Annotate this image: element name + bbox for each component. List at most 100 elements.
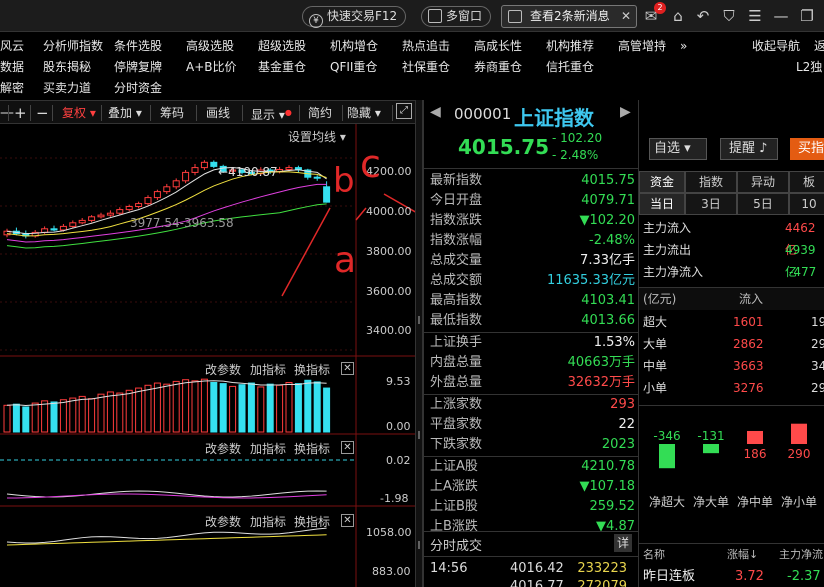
alert-label: 提醒	[729, 141, 756, 156]
quote-label: 最新指数	[430, 173, 483, 188]
tab-today[interactable]: 当日	[639, 193, 685, 215]
quote-label: 平盘家数	[430, 417, 483, 432]
col-name[interactable]: 名称	[643, 544, 665, 566]
close-icon[interactable]: ✕	[621, 6, 631, 27]
menu-item[interactable]: 高级选股	[186, 36, 234, 56]
buy-button[interactable]: 买指	[790, 138, 824, 160]
menu-item[interactable]: 高管增持	[618, 36, 666, 56]
add-indicator-button[interactable]: 加指标	[250, 440, 286, 457]
menu-item[interactable]: 数据	[0, 57, 24, 77]
quote-row: 上B涨跌 ▼4.87	[428, 517, 635, 537]
display-dropdown[interactable]: 显示 ▾●	[251, 104, 292, 122]
simple-button[interactable]: 简约	[308, 104, 332, 122]
tab-3day[interactable]: 3日	[685, 193, 737, 215]
add-indicator-button[interactable]: 加指标	[250, 361, 286, 378]
overlay-dropdown[interactable]: 叠加 ▾	[108, 104, 142, 122]
minus-icon[interactable]: —	[0, 104, 14, 122]
list-item-net: -2.37亿	[787, 569, 821, 584]
quote-row: 指数涨幅 -2.48%	[428, 231, 635, 251]
skin-icon[interactable]: ⛉	[719, 6, 739, 26]
add-indicator-button[interactable]: 加指标	[250, 513, 286, 530]
close-icon[interactable]: ✕	[341, 362, 354, 375]
quote-row: 总成交额 11635.33亿元	[428, 271, 635, 291]
quote-row: 内盘总量 40663万手	[428, 353, 635, 373]
home-icon[interactable]: ⌂	[668, 6, 688, 26]
tab-index[interactable]: 指数	[685, 171, 737, 193]
menu-item[interactable]: 基金重仓	[258, 57, 306, 77]
next-stock-icon[interactable]: ▶	[620, 104, 631, 120]
menu-item[interactable]: 分时资金	[114, 78, 162, 98]
volume-bar	[276, 384, 284, 433]
prev-stock-icon[interactable]: ◀	[430, 104, 441, 120]
list-item[interactable]: 昨日连板 3.72 -2.37亿	[639, 566, 824, 587]
menu-item[interactable]: A+B比价	[186, 57, 237, 77]
flow-row-in: 2862	[733, 337, 764, 351]
multi-window-button[interactable]: 多窗口	[421, 6, 492, 27]
candle	[59, 225, 67, 231]
fuquan-dropdown[interactable]: 复权 ▾	[62, 104, 96, 122]
alert-button[interactable]: 提醒 ♪	[720, 138, 778, 160]
fullscreen-icon[interactable]: ⤢	[396, 103, 412, 119]
tab-sector[interactable]: 板	[789, 171, 824, 193]
drawline-button[interactable]: 画线	[206, 104, 230, 122]
tab-10day[interactable]: 10	[789, 193, 824, 215]
menu-item[interactable]: 热点追击	[402, 36, 450, 56]
ma-setting-dropdown[interactable]: 设置均线 ▾	[288, 128, 346, 145]
menu-item[interactable]: QFII重仓	[330, 57, 377, 77]
close-icon[interactable]: ✕	[341, 514, 354, 527]
quick-trade-button[interactable]: ¥ 快速交易F12	[302, 6, 407, 28]
high-marker: ←4190.87	[218, 165, 278, 179]
flow-row-label: 中单	[643, 359, 668, 373]
minimize-icon[interactable]: —	[771, 6, 791, 26]
volume-bar	[200, 378, 208, 433]
tab-abnormal[interactable]: 异动	[737, 171, 789, 193]
flow-col-inflow: 流入	[739, 292, 764, 306]
menu-item[interactable]: 条件选股	[114, 36, 162, 56]
menu-item[interactable]: 买卖力道	[43, 78, 91, 98]
price-tick: 3800.00	[366, 245, 412, 258]
close-icon[interactable]: ✕	[341, 441, 354, 454]
menu-item[interactable]: 券商重仓	[474, 57, 522, 77]
volume-bar	[3, 404, 11, 433]
col-pct[interactable]: 涨幅↓	[727, 544, 758, 566]
news-button[interactable]: 查看2条新消息 ✕	[501, 5, 637, 28]
menu-item[interactable]: 社保重仓	[402, 57, 450, 77]
watchlist-dropdown[interactable]: 自选 ▾	[649, 138, 707, 160]
switch-indicator-button[interactable]: 换指标	[294, 361, 330, 378]
col-net[interactable]: 主力净流	[779, 544, 823, 566]
restore-icon[interactable]: ❐	[797, 6, 817, 26]
edit-params-button[interactable]: 改参数	[205, 513, 241, 530]
menu-item[interactable]: 停牌复牌	[114, 57, 162, 77]
tab-fund[interactable]: 资金	[639, 171, 685, 193]
menu-icon[interactable]: ☰	[745, 6, 765, 26]
menu-item-collapse[interactable]: 收起导航	[752, 36, 800, 56]
candle	[135, 203, 143, 207]
plus-icon[interactable]: +	[14, 104, 27, 122]
menu-item[interactable]: 风云	[0, 36, 24, 56]
edit-params-button[interactable]: 改参数	[205, 361, 241, 378]
menu-item[interactable]: 信托重仓	[546, 57, 594, 77]
switch-indicator-button[interactable]: 换指标	[294, 440, 330, 457]
volume-bar	[323, 387, 331, 433]
ticks-detail-button[interactable]: 详	[614, 534, 632, 552]
hide-dropdown[interactable]: 隐藏 ▾	[347, 104, 381, 122]
menu-item[interactable]: 机构增仓	[330, 36, 378, 56]
chips-button[interactable]: 筹码	[160, 104, 184, 122]
edit-params-button[interactable]: 改参数	[205, 440, 241, 457]
menu-item[interactable]: 高成长性	[474, 36, 522, 56]
menu-item[interactable]: 解密	[0, 78, 24, 98]
minus-icon[interactable]: −	[36, 104, 49, 122]
panel-splitter[interactable]: ‖ ‖ ‖	[415, 100, 423, 587]
switch-indicator-button[interactable]: 换指标	[294, 513, 330, 530]
menu-item[interactable]: 超级选股	[258, 36, 306, 56]
menu-item[interactable]: 返	[814, 36, 824, 56]
menu-item[interactable]: 分析师指数	[43, 36, 103, 56]
back-icon[interactable]: ↶	[693, 6, 713, 26]
menu-item[interactable]: 机构推荐	[546, 36, 594, 56]
chevron-down-icon: ▾	[680, 141, 691, 156]
net-flow-bar	[659, 444, 675, 469]
more-icon[interactable]: »	[680, 36, 687, 56]
menu-item[interactable]: 股东揭秘	[43, 57, 91, 77]
tab-5day[interactable]: 5日	[737, 193, 789, 215]
menu-item[interactable]: L2独	[796, 57, 822, 77]
